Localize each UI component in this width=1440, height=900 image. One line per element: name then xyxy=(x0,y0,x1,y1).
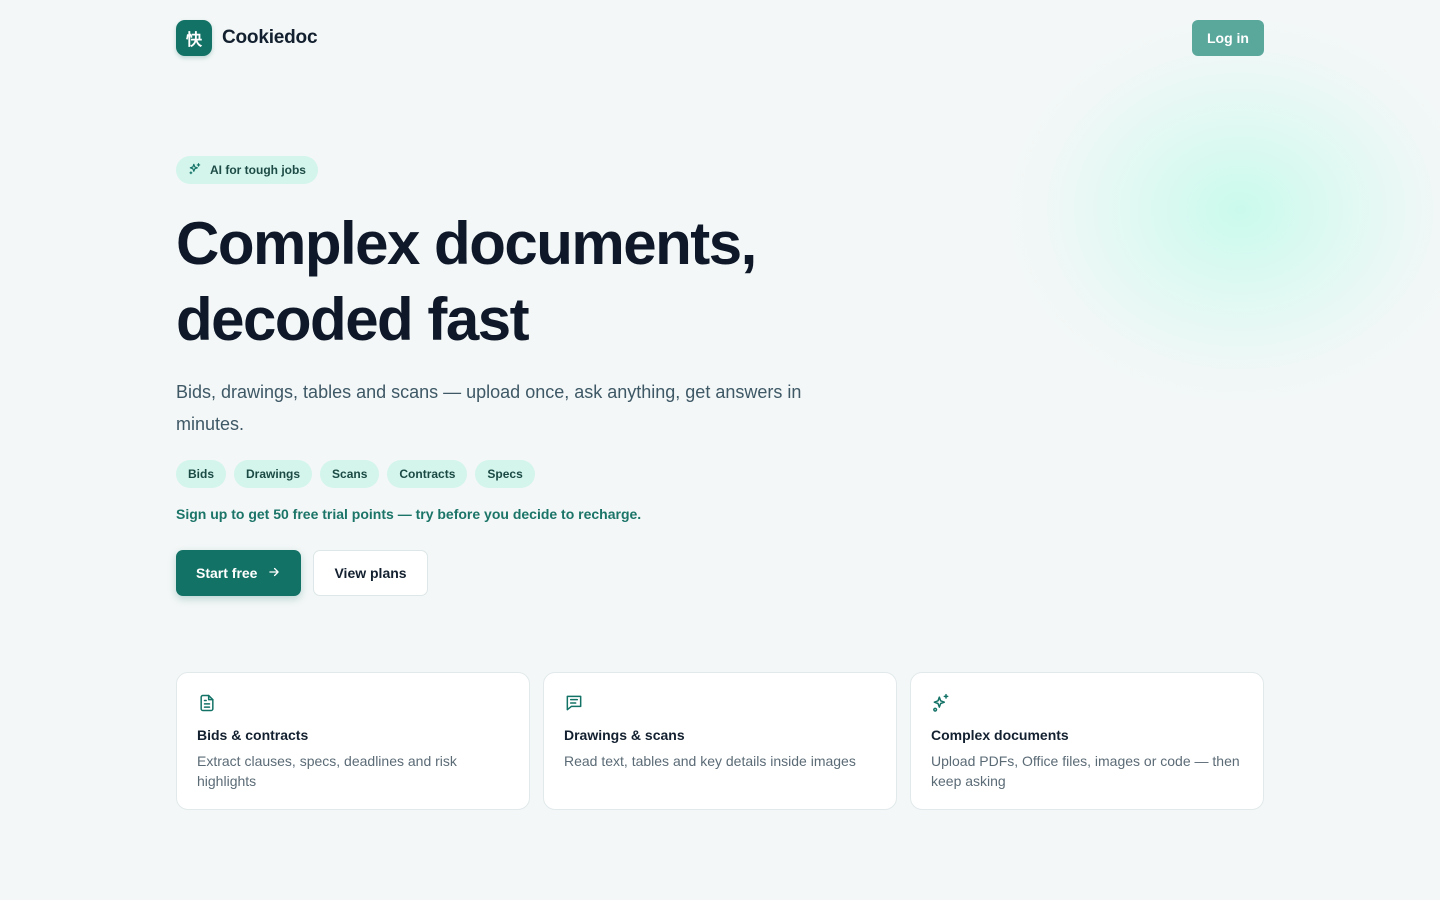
login-button[interactable]: Log in xyxy=(1192,20,1264,56)
brand[interactable]: 快 Cookiedoc xyxy=(176,20,318,56)
tag-specs: Specs xyxy=(475,460,535,488)
feature-card-complex: Complex documents Upload PDFs, Office fi… xyxy=(910,672,1264,810)
feature-card-bids: Bids & contracts Extract clauses, specs,… xyxy=(176,672,530,810)
sparkles-icon xyxy=(188,162,202,179)
view-plans-button[interactable]: View plans xyxy=(313,550,428,596)
start-free-button[interactable]: Start free xyxy=(176,550,302,596)
document-icon xyxy=(197,693,217,713)
hero-badge-label: AI for tough jobs xyxy=(210,163,306,177)
message-lines-icon xyxy=(564,693,584,713)
feature-description: Upload PDFs, Office files, images or cod… xyxy=(931,753,1240,789)
background-glow xyxy=(1010,20,1440,400)
feature-title: Complex documents xyxy=(931,727,1069,743)
arrow-right-icon xyxy=(267,565,281,582)
headline-line-2: decoded fast xyxy=(176,286,530,353)
feature-cards: Bids & contracts Extract clauses, specs,… xyxy=(176,672,1264,810)
document-type-tags: Bids Drawings Scans Contracts Specs xyxy=(176,460,876,488)
feature-description: Read text, tables and key details inside… xyxy=(564,753,856,769)
tag-scans: Scans xyxy=(320,460,380,488)
tag-bids: Bids xyxy=(176,460,227,488)
logo-icon: 快 xyxy=(176,20,212,56)
feature-card-drawings: Drawings & scans Read text, tables and k… xyxy=(543,672,897,810)
sparkles-icon xyxy=(931,693,951,713)
headline-line-1: Complex documents, xyxy=(176,210,757,277)
feature-title: Drawings & scans xyxy=(564,727,685,743)
tag-contracts: Contracts xyxy=(387,460,468,488)
tag-drawings: Drawings xyxy=(234,460,313,488)
hero-section: AI for tough jobs Complex documents, dec… xyxy=(176,156,876,596)
cta-group: Start free View plans xyxy=(176,550,876,596)
feature-title: Bids & contracts xyxy=(197,727,309,743)
feature-description: Extract clauses, specs, deadlines and ri… xyxy=(197,753,457,789)
hero-badge: AI for tough jobs xyxy=(176,156,318,184)
start-free-label: Start free xyxy=(196,565,258,581)
brand-name: Cookiedoc xyxy=(222,27,318,48)
hero-subtitle: Bids, drawings, tables and scans — uploa… xyxy=(176,382,802,434)
top-header: 快 Cookiedoc Log in xyxy=(176,20,1264,56)
hero-headline: Complex documents, decoded fast xyxy=(176,206,876,358)
trial-promo-text: Sign up to get 50 free trial points — tr… xyxy=(176,506,642,522)
